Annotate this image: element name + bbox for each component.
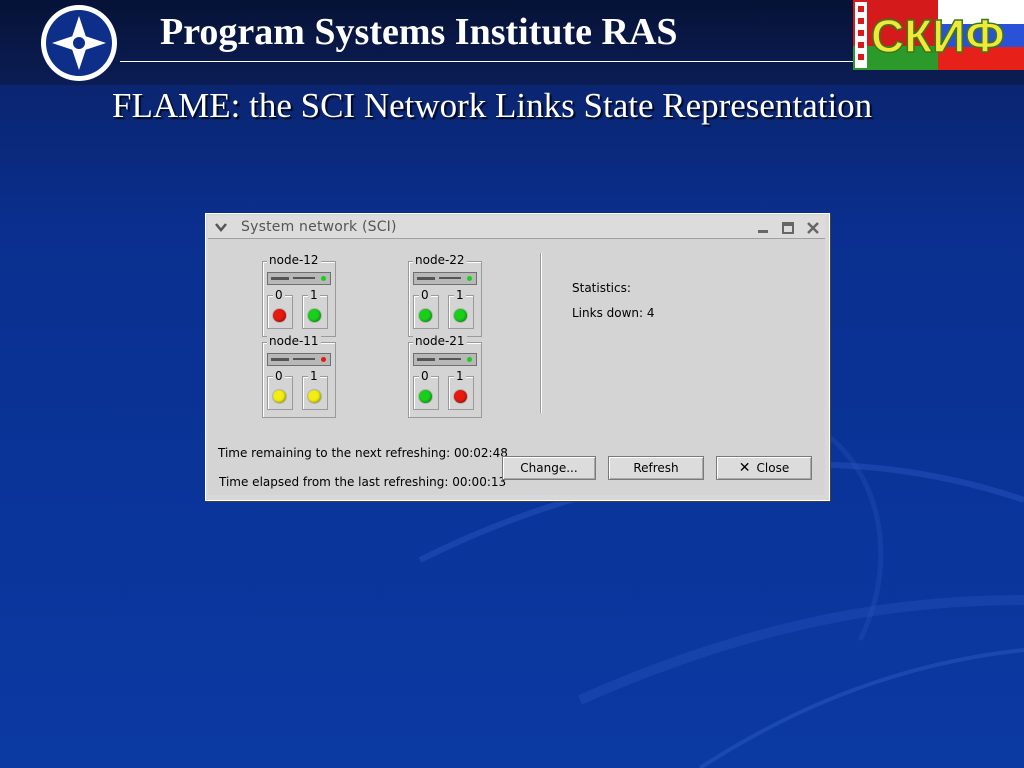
node-panel: node-11 0 1 bbox=[262, 334, 336, 418]
change-button[interactable]: Change... bbox=[502, 456, 596, 480]
node-panel: node-12 0 1 bbox=[262, 253, 336, 337]
switch-strip bbox=[413, 353, 477, 366]
port-0: 0 bbox=[413, 288, 439, 329]
switch-led bbox=[467, 357, 472, 362]
port-1: 1 bbox=[302, 288, 328, 329]
port-status-led bbox=[308, 309, 321, 322]
port-status-led bbox=[454, 309, 467, 322]
node-panel: node-22 0 1 bbox=[408, 253, 482, 337]
window-body: node-12 0 1 node-22 0 1 node-11 0 1 node… bbox=[208, 239, 825, 495]
close-x-icon: ✕ bbox=[738, 460, 751, 476]
refresh-button-label: Refresh bbox=[633, 461, 679, 475]
port-status-led bbox=[419, 309, 432, 322]
close-window-icon[interactable] bbox=[805, 220, 821, 236]
switch-led bbox=[321, 276, 326, 281]
close-button[interactable]: ✕ Close bbox=[716, 456, 812, 480]
window-title: System network (SCI) bbox=[241, 219, 397, 235]
panel-separator bbox=[540, 253, 541, 413]
port-0: 0 bbox=[413, 369, 439, 410]
change-button-label: Change... bbox=[520, 461, 578, 475]
switch-led bbox=[321, 357, 326, 362]
port-1: 1 bbox=[448, 369, 474, 410]
header-divider bbox=[120, 61, 855, 62]
switch-strip bbox=[267, 353, 331, 366]
system-network-window: System network (SCI) node-12 0 1 node-22… bbox=[205, 213, 830, 501]
maximize-icon[interactable] bbox=[780, 220, 796, 236]
refresh-button[interactable]: Refresh bbox=[608, 456, 704, 480]
port-status-led bbox=[454, 390, 467, 403]
node-name: node-22 bbox=[413, 253, 467, 267]
institute-logo-icon bbox=[41, 5, 117, 81]
node-name: node-11 bbox=[267, 334, 321, 348]
links-down-count: Links down: 4 bbox=[572, 306, 655, 320]
switch-led bbox=[467, 276, 472, 281]
port-0: 0 bbox=[267, 288, 293, 329]
skif-logo-icon: СКИФ bbox=[853, 0, 1024, 70]
port-0: 0 bbox=[267, 369, 293, 410]
node-name: node-12 bbox=[267, 253, 321, 267]
close-button-label: Close bbox=[756, 461, 790, 475]
port-1: 1 bbox=[448, 288, 474, 329]
node-name: node-21 bbox=[413, 334, 467, 348]
switch-strip bbox=[267, 272, 331, 285]
port-status-led bbox=[308, 390, 321, 403]
header-title: Program Systems Institute RAS bbox=[160, 11, 678, 53]
port-status-led bbox=[419, 390, 432, 403]
slide-title: FLAME: the SCI Network Links State Repre… bbox=[112, 86, 873, 125]
port-1: 1 bbox=[302, 369, 328, 410]
skif-logo-text: СКИФ bbox=[871, 10, 1005, 62]
minimize-icon[interactable] bbox=[755, 220, 771, 236]
port-status-led bbox=[273, 309, 286, 322]
time-elapsed: Time elapsed from the last refreshing: 0… bbox=[219, 475, 507, 489]
time-remaining: Time remaining to the next refreshing: 0… bbox=[218, 446, 508, 460]
statistics-heading: Statistics: bbox=[572, 281, 631, 295]
switch-strip bbox=[413, 272, 477, 285]
window-menu-chevron-icon[interactable] bbox=[214, 220, 228, 234]
port-status-led bbox=[273, 390, 286, 403]
node-panel: node-21 0 1 bbox=[408, 334, 482, 418]
window-titlebar[interactable]: System network (SCI) bbox=[208, 216, 825, 239]
